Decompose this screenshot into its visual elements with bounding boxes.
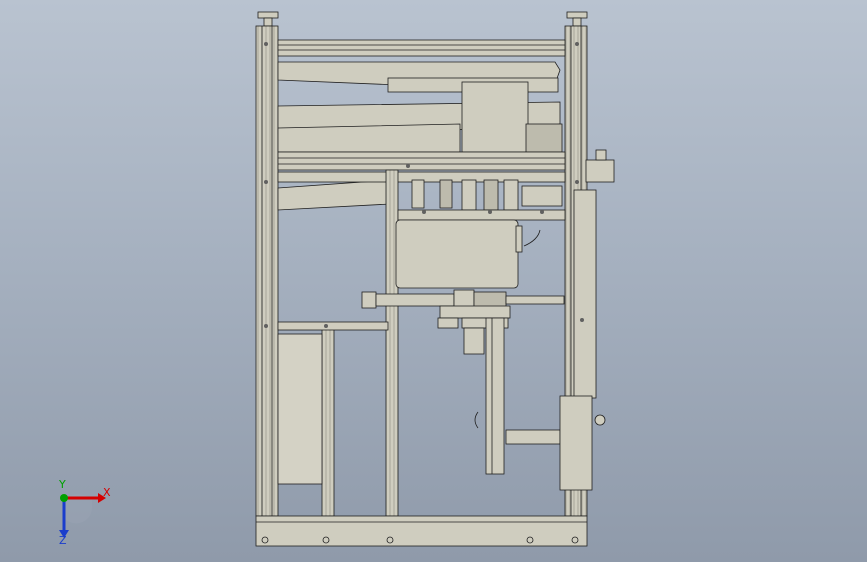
upper-slide-plates (277, 61, 563, 153)
cad-graphics-viewport[interactable]: X Y Z (0, 0, 867, 562)
frame-base (255, 515, 588, 547)
y-axis-label: Y (59, 478, 66, 491)
leveling-foot-left (257, 11, 279, 27)
inner-post-mid (321, 325, 335, 517)
triad-graphic (59, 493, 106, 538)
lower-horizontal-rod (505, 429, 561, 445)
hopper-box (395, 219, 541, 289)
y-axis-dot (60, 494, 68, 502)
orientation-triad[interactable]: X Y Z (40, 478, 130, 548)
frame-post-left (255, 25, 279, 517)
frame-middle-rail (277, 151, 566, 171)
machine-assembly-front-view[interactable] (0, 0, 867, 562)
guide-rods (411, 179, 563, 211)
x-axis-label: X (103, 486, 111, 499)
frame-top-rail (277, 39, 566, 57)
z-axis-label: Z (59, 534, 67, 547)
leveling-foot-right (566, 11, 588, 27)
